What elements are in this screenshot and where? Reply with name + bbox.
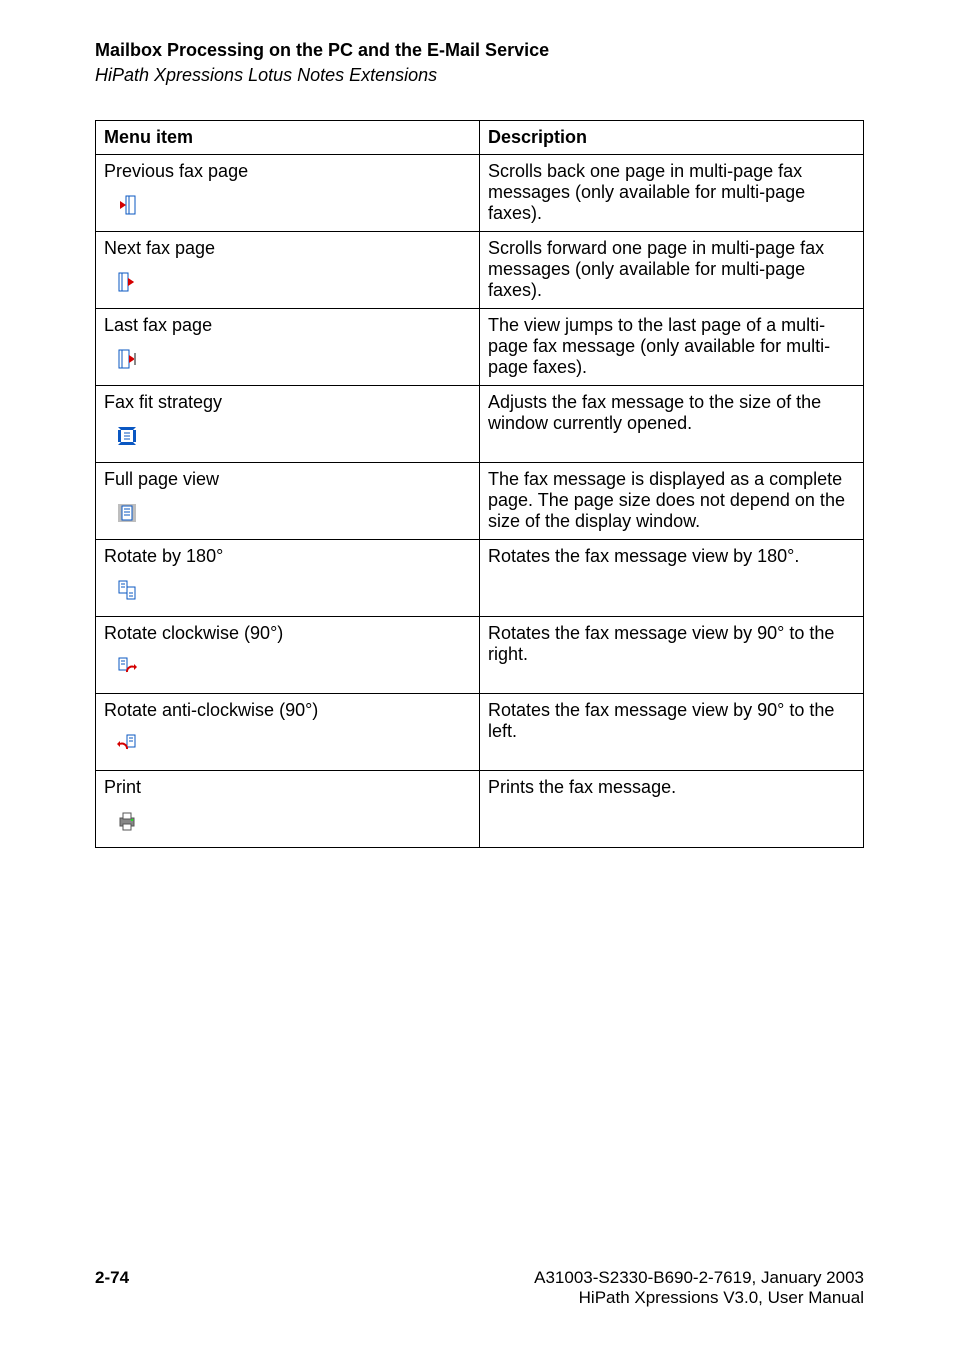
table-row: Last fax page The view jumps to the last…: [96, 309, 864, 386]
table-row: Rotate clockwise (90°) Rotates the fax m…: [96, 617, 864, 694]
table-row: Rotate by 180° Rotates the fax message v…: [96, 540, 864, 617]
menu-item-label: Last fax page: [104, 315, 471, 336]
table-row: Previous fax page Scrolls back one page …: [96, 155, 864, 232]
column-header-description: Description: [480, 121, 864, 155]
table-row: Next fax page Scrolls forward one page i…: [96, 232, 864, 309]
menu-item-description: The view jumps to the last page of a mul…: [480, 309, 864, 386]
column-header-menu: Menu item: [96, 121, 480, 155]
footer-doc-id: A31003-S2330-B690-2-7619, January 2003: [534, 1268, 864, 1288]
menu-item-label: Next fax page: [104, 238, 471, 259]
last-page-icon: [116, 348, 138, 370]
page-number: 2-74: [95, 1268, 129, 1308]
rotate-180-icon: [116, 579, 138, 601]
table-row: Print Prints the fax message.: [96, 771, 864, 848]
menu-item-description: Rotates the fax message view by 90° to t…: [480, 694, 864, 771]
page-footer: 2-74 A31003-S2330-B690-2-7619, January 2…: [95, 1268, 864, 1308]
prev-page-icon: [116, 194, 138, 216]
menu-item-label: Previous fax page: [104, 161, 471, 182]
menu-item-label: Full page view: [104, 469, 471, 490]
menu-item-description: The fax message is displayed as a comple…: [480, 463, 864, 540]
table-row: Full page view The fax message is displa…: [96, 463, 864, 540]
page-title: Mailbox Processing on the PC and the E-M…: [95, 40, 864, 61]
footer-doc-title: HiPath Xpressions V3.0, User Manual: [534, 1288, 864, 1308]
menu-item-description: Rotates the fax message view by 90° to t…: [480, 617, 864, 694]
menu-item-label: Print: [104, 777, 471, 798]
menu-item-description: Prints the fax message.: [480, 771, 864, 848]
menu-item-label: Rotate clockwise (90°): [104, 623, 471, 644]
next-page-icon: [116, 271, 138, 293]
menu-item-description: Rotates the fax message view by 180°.: [480, 540, 864, 617]
rotate-cw-icon: [116, 656, 138, 678]
menu-item-description: Scrolls forward one page in multi-page f…: [480, 232, 864, 309]
menu-items-table: Menu item Description Previous fax page: [95, 120, 864, 848]
print-icon: [116, 810, 138, 832]
table-row: Fax fit strategy: [96, 386, 864, 463]
rotate-ccw-icon: [116, 733, 138, 755]
menu-item-label: Rotate anti-clockwise (90°): [104, 700, 471, 721]
menu-item-label: Rotate by 180°: [104, 546, 471, 567]
fit-strategy-icon: [116, 425, 138, 447]
table-row: Rotate anti-clockwise (90°) Rotates the …: [96, 694, 864, 771]
full-page-icon: [116, 502, 138, 524]
menu-item-description: Scrolls back one page in multi-page fax …: [480, 155, 864, 232]
menu-item-description: Adjusts the fax message to the size of t…: [480, 386, 864, 463]
page-subtitle: HiPath Xpressions Lotus Notes Extensions: [95, 65, 864, 86]
menu-item-label: Fax fit strategy: [104, 392, 471, 413]
